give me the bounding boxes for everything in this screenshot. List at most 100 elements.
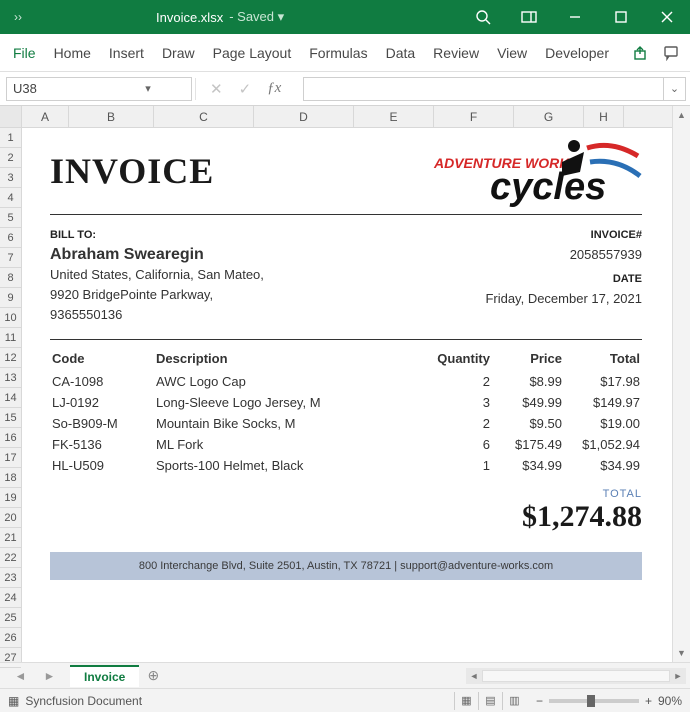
column-header[interactable]: H: [584, 106, 624, 127]
column-header[interactable]: B: [69, 106, 154, 127]
tab-formulas[interactable]: Formulas: [300, 34, 376, 72]
row-header[interactable]: 2: [0, 148, 21, 168]
row-header[interactable]: 25: [0, 608, 21, 628]
name-box[interactable]: U38 ▾: [6, 77, 192, 101]
col-total: Total: [564, 346, 642, 371]
row-header[interactable]: 16: [0, 428, 21, 448]
sheet-tabs-bar: ◄ ► Invoice ⊕ ◄ ►: [0, 662, 690, 688]
tab-draw[interactable]: Draw: [153, 34, 204, 72]
view-pagebreak-icon[interactable]: ▥: [502, 692, 526, 710]
minimize-icon[interactable]: [552, 0, 598, 34]
row-header[interactable]: 20: [0, 508, 21, 528]
row-header[interactable]: 10: [0, 308, 21, 328]
row-header[interactable]: 17: [0, 448, 21, 468]
column-headers: ABCDEFGH: [22, 106, 672, 128]
sheet-nav-prev[interactable]: ◄: [15, 669, 27, 683]
row-header[interactable]: 9: [0, 288, 21, 308]
horizontal-scrollbar[interactable]: ◄ ►: [466, 668, 686, 684]
chevron-down-icon[interactable]: ▾: [99, 82, 191, 95]
cancel-formula-icon[interactable]: ✕: [210, 80, 223, 98]
row-header[interactable]: 13: [0, 368, 21, 388]
scroll-down-icon[interactable]: ▼: [673, 644, 690, 662]
column-header[interactable]: A: [22, 106, 69, 127]
tab-file[interactable]: File: [4, 34, 45, 72]
add-sheet-icon[interactable]: ⊕: [139, 667, 167, 684]
invoice-number-label: INVOICE#: [485, 225, 642, 245]
row-header[interactable]: 22: [0, 548, 21, 568]
zoom-control[interactable]: − + 90%: [536, 694, 682, 708]
row-header[interactable]: 15: [0, 408, 21, 428]
col-price: Price: [492, 346, 564, 371]
column-header[interactable]: G: [514, 106, 584, 127]
row-header[interactable]: 6: [0, 228, 21, 248]
zoom-level[interactable]: 90%: [658, 694, 682, 708]
column-header[interactable]: C: [154, 106, 254, 127]
invoice-date: Friday, December 17, 2021: [485, 289, 642, 309]
row-header[interactable]: 21: [0, 528, 21, 548]
status-doc-name: Syncfusion Document: [25, 694, 142, 708]
tab-home[interactable]: Home: [45, 34, 100, 72]
view-normal-icon[interactable]: ▦: [454, 692, 478, 710]
zoom-in-icon[interactable]: +: [645, 694, 652, 708]
record-macro-icon[interactable]: ▦: [8, 694, 19, 708]
tab-review[interactable]: Review: [424, 34, 488, 72]
row-header[interactable]: 18: [0, 468, 21, 488]
vertical-scrollbar[interactable]: ▲ ▼: [672, 106, 690, 662]
column-header[interactable]: F: [434, 106, 514, 127]
row-header[interactable]: 14: [0, 388, 21, 408]
total-label: TOTAL: [50, 488, 642, 500]
bill-to-label: BILL TO:: [50, 225, 264, 245]
sheet-nav-next[interactable]: ►: [44, 669, 56, 683]
sheet-canvas[interactable]: INVOICE ADVENTURE WORKS cycles: [22, 128, 672, 662]
ribbon-tabs: File Home Insert Draw Page Layout Formul…: [0, 34, 690, 72]
row-header[interactable]: 4: [0, 188, 21, 208]
fx-label[interactable]: ƒx: [267, 80, 289, 97]
tab-developer[interactable]: Developer: [536, 34, 618, 72]
row-header[interactable]: 12: [0, 348, 21, 368]
row-header[interactable]: 27: [0, 648, 21, 668]
row-header[interactable]: 19: [0, 488, 21, 508]
row-header[interactable]: 5: [0, 208, 21, 228]
invoice-footer: 800 Interchange Blvd, Suite 2501, Austin…: [50, 552, 642, 580]
row-header[interactable]: 11: [0, 328, 21, 348]
scroll-up-icon[interactable]: ▲: [673, 106, 690, 124]
column-header[interactable]: E: [354, 106, 434, 127]
view-pagelayout-icon[interactable]: ▤: [478, 692, 502, 710]
scroll-right-icon[interactable]: ►: [670, 671, 686, 681]
tab-insert[interactable]: Insert: [100, 34, 153, 72]
share-icon[interactable]: [626, 38, 656, 68]
row-header[interactable]: 26: [0, 628, 21, 648]
close-icon[interactable]: [644, 0, 690, 34]
row-header[interactable]: 1: [0, 128, 21, 148]
select-all[interactable]: [0, 106, 21, 128]
row-header[interactable]: 8: [0, 268, 21, 288]
quickaccess-chevron[interactable]: ››: [0, 10, 36, 24]
formula-input[interactable]: ⌄: [303, 77, 686, 101]
invoice-number: 2058557939: [485, 245, 642, 265]
maximize-icon[interactable]: [598, 0, 644, 34]
tab-view[interactable]: View: [488, 34, 536, 72]
comments-icon[interactable]: [656, 38, 686, 68]
ribbon-display-icon[interactable]: [506, 0, 552, 34]
column-header[interactable]: D: [254, 106, 354, 127]
row-header[interactable]: 3: [0, 168, 21, 188]
tab-pagelayout[interactable]: Page Layout: [204, 34, 301, 72]
scroll-left-icon[interactable]: ◄: [466, 671, 482, 681]
sheet-tab-invoice[interactable]: Invoice: [70, 665, 139, 687]
search-icon[interactable]: [460, 0, 506, 34]
row-header[interactable]: 7: [0, 248, 21, 268]
bill-to-name: Abraham Swearegin: [50, 245, 264, 265]
row-header[interactable]: 23: [0, 568, 21, 588]
invoice-items-table: Code Description Quantity Price Total CA…: [50, 346, 642, 476]
name-box-value: U38: [7, 81, 99, 96]
table-row: CA-1098AWC Logo Cap2$8.99$17.98: [50, 371, 642, 392]
table-row: FK-5136ML Fork6$175.49$1,052.94: [50, 434, 642, 455]
zoom-slider[interactable]: [549, 699, 639, 703]
tab-data[interactable]: Data: [377, 34, 425, 72]
grand-total: $1,274.88: [50, 500, 642, 534]
saved-state[interactable]: - Saved ▾: [229, 9, 284, 25]
expand-formula-icon[interactable]: ⌄: [663, 78, 685, 100]
confirm-formula-icon[interactable]: ✓: [239, 80, 252, 98]
row-header[interactable]: 24: [0, 588, 21, 608]
zoom-out-icon[interactable]: −: [536, 694, 543, 708]
